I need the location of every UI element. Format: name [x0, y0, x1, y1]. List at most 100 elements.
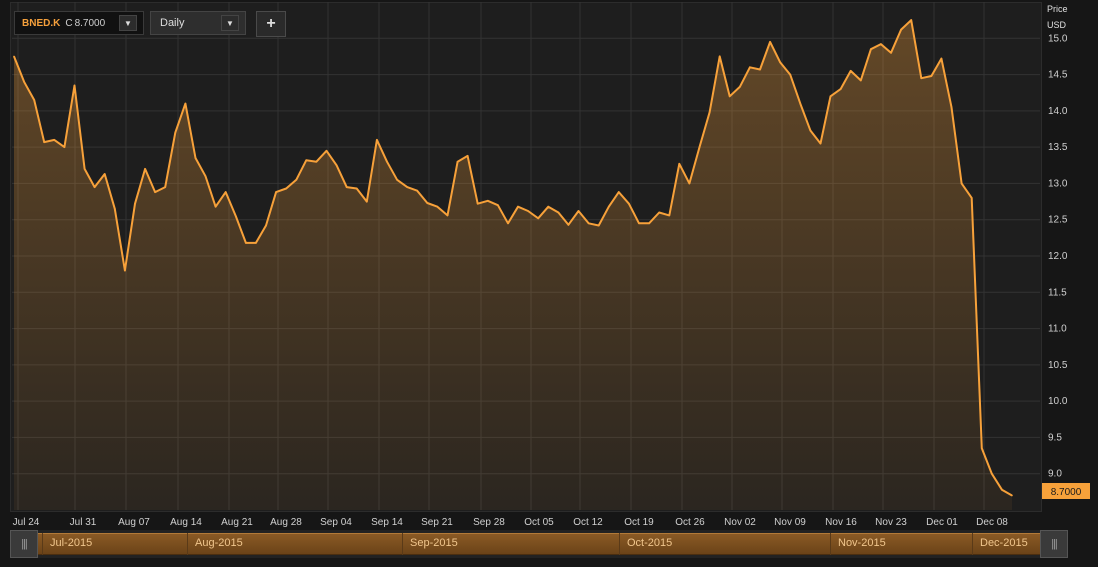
close-price: 8.7000	[74, 17, 106, 29]
x-tick-label: Nov 23	[875, 517, 907, 528]
data-point	[114, 208, 116, 210]
data-point	[517, 205, 519, 208]
data-point	[880, 43, 882, 45]
data-point	[658, 211, 660, 214]
data-point	[718, 55, 721, 58]
data-point	[739, 86, 741, 88]
data-point	[860, 79, 862, 82]
data-point	[890, 52, 892, 54]
data-point	[164, 186, 166, 188]
y-tick-label: 12.0	[1048, 251, 1068, 262]
data-point	[1001, 488, 1003, 491]
data-point	[981, 447, 983, 450]
x-tick-label: Dec 01	[926, 517, 958, 528]
data-point	[255, 242, 257, 244]
x-tick-label: Oct 05	[524, 517, 554, 528]
data-point	[799, 102, 802, 105]
y-tick-label: 9.5	[1048, 432, 1062, 443]
data-point	[134, 202, 136, 205]
data-point	[688, 182, 691, 185]
data-point	[235, 215, 237, 217]
data-point	[849, 70, 852, 72]
navigator-right-handle[interactable]: |||	[1040, 530, 1068, 558]
data-point	[537, 217, 539, 220]
data-point	[507, 222, 509, 225]
data-point	[426, 202, 429, 204]
x-tick-label: Aug 07	[118, 517, 150, 528]
add-button[interactable]: +	[256, 11, 286, 37]
data-point	[285, 187, 288, 190]
data-point	[678, 163, 681, 165]
navigator-tick	[42, 533, 43, 555]
interval-selector[interactable]: Daily ▼	[150, 11, 246, 35]
navigator-tick	[402, 533, 403, 555]
chevron-down-icon[interactable]: ▼	[119, 15, 137, 31]
data-point	[708, 111, 711, 114]
data-point	[13, 55, 15, 58]
y-tick-label: 14.0	[1048, 106, 1068, 117]
x-tick-label: Sep 21	[421, 517, 453, 528]
x-tick-label: Oct 26	[675, 517, 705, 528]
data-point	[174, 131, 177, 134]
data-point	[618, 191, 620, 193]
data-point	[991, 472, 993, 475]
data-point	[829, 95, 832, 98]
last-price-label: 8.7000	[1051, 487, 1082, 498]
y-tick-label: 11.0	[1048, 324, 1067, 335]
y-tick-label: 13.0	[1048, 178, 1068, 189]
navigator-tick	[972, 533, 973, 555]
x-tick-label: Nov 02	[724, 517, 756, 528]
navigator-month-label: Oct-2015	[627, 537, 673, 549]
data-point	[33, 99, 35, 101]
y-tick-label: 10.0	[1048, 396, 1068, 407]
data-point	[416, 189, 419, 192]
data-point	[547, 205, 550, 208]
data-point	[83, 168, 86, 170]
x-tick-label: Nov 09	[774, 517, 806, 528]
navigator-month-label: Nov-2015	[838, 537, 886, 549]
x-tick-label: Nov 16	[825, 517, 857, 528]
data-point	[63, 146, 66, 148]
data-point	[154, 191, 156, 193]
x-tick-label: Sep 28	[473, 517, 505, 528]
symbol-selector[interactable]: BNED.K C 8.7000 ▼	[14, 11, 144, 35]
data-point	[728, 95, 731, 98]
x-tick-label: Sep 14	[371, 517, 403, 528]
data-point	[497, 204, 499, 206]
data-point	[315, 160, 318, 163]
data-point	[527, 210, 529, 212]
x-tick-label: Sep 04	[320, 517, 352, 528]
navigator-left-handle[interactable]: |||	[10, 530, 38, 558]
data-point	[265, 224, 267, 227]
chart-frame: BNED.K C 8.7000 ▼ Daily ▼ + 9.0 9.5 10.0 10…	[4, 0, 1098, 567]
time-navigator[interactable]: ||| Jul-2015 Aug-2015 Sep-2015 Oct-2015 Nov-…	[10, 530, 1068, 558]
navigator-month-label: Aug-2015	[195, 537, 243, 549]
y-tick-label: 10.5	[1048, 360, 1068, 371]
y-tick-label: 14.5	[1048, 70, 1068, 81]
data-point	[638, 222, 640, 225]
data-point	[376, 139, 378, 141]
navigator-tick	[619, 533, 620, 555]
chevron-down-icon[interactable]: ▼	[221, 15, 239, 31]
navigator-window[interactable]	[38, 533, 1040, 555]
data-point	[567, 224, 570, 226]
price-chart: 9.0 9.5 10.0 10.5 11.0 11.5 12.0 12.5 13.0 13.5 14…	[12, 2, 1090, 528]
data-point	[940, 57, 943, 60]
data-point	[608, 205, 610, 208]
x-tick-label: Jul 31	[70, 517, 97, 528]
data-point	[456, 160, 459, 163]
data-point	[103, 173, 106, 175]
data-point	[366, 200, 368, 203]
data-point	[668, 214, 671, 217]
data-point	[970, 197, 973, 199]
data-point	[396, 179, 398, 181]
data-point	[23, 81, 25, 83]
navigator-month-label: Sep-2015	[410, 537, 458, 549]
symbol-label: BNED.K	[22, 17, 61, 29]
data-point	[769, 41, 771, 43]
data-point	[325, 150, 328, 152]
interval-label: Daily	[160, 17, 185, 29]
data-point	[245, 242, 247, 244]
data-point	[93, 186, 96, 188]
data-point	[920, 77, 923, 79]
